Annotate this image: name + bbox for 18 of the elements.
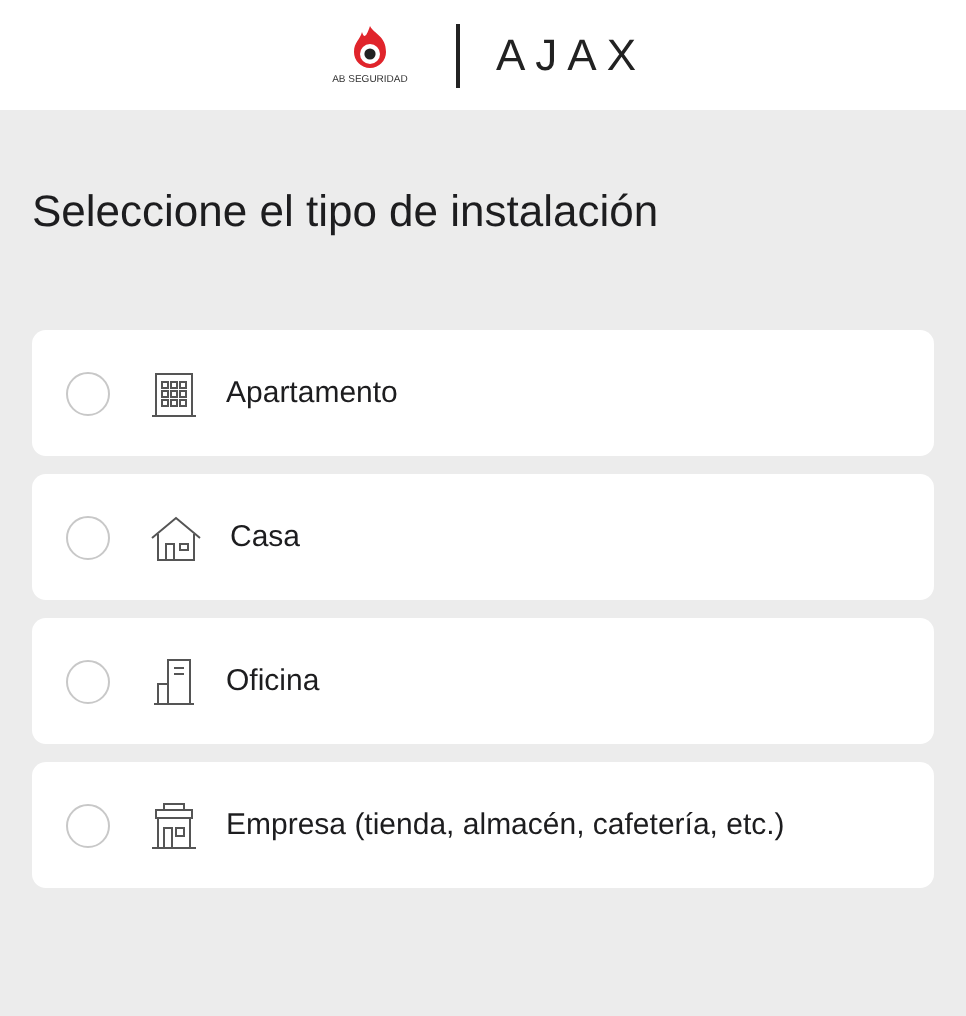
radio-button[interactable]: [66, 371, 110, 415]
option-label: Empresa (tienda, almacén, cafetería, etc.): [226, 808, 785, 842]
radio-button[interactable]: [66, 515, 110, 559]
shop-building-icon: [148, 799, 200, 851]
office-building-icon: [148, 655, 200, 707]
option-card[interactable]: Empresa (tienda, almacén, cafetería, etc.): [32, 762, 934, 888]
apartment-building-icon: [148, 367, 200, 419]
option-card[interactable]: Apartamento: [32, 330, 934, 456]
option-label: Apartamento: [226, 376, 398, 410]
option-card[interactable]: Casa: [32, 474, 934, 600]
brand-logo: AJAX: [495, 29, 647, 81]
radio-button[interactable]: [66, 803, 110, 847]
page-title: Seleccione el tipo de instalación: [32, 186, 661, 238]
radio-button[interactable]: [66, 659, 110, 703]
option-label: Casa: [230, 520, 301, 554]
option-card[interactable]: Oficina: [32, 618, 934, 744]
option-label: Oficina: [226, 664, 320, 698]
house-icon: [148, 511, 204, 563]
